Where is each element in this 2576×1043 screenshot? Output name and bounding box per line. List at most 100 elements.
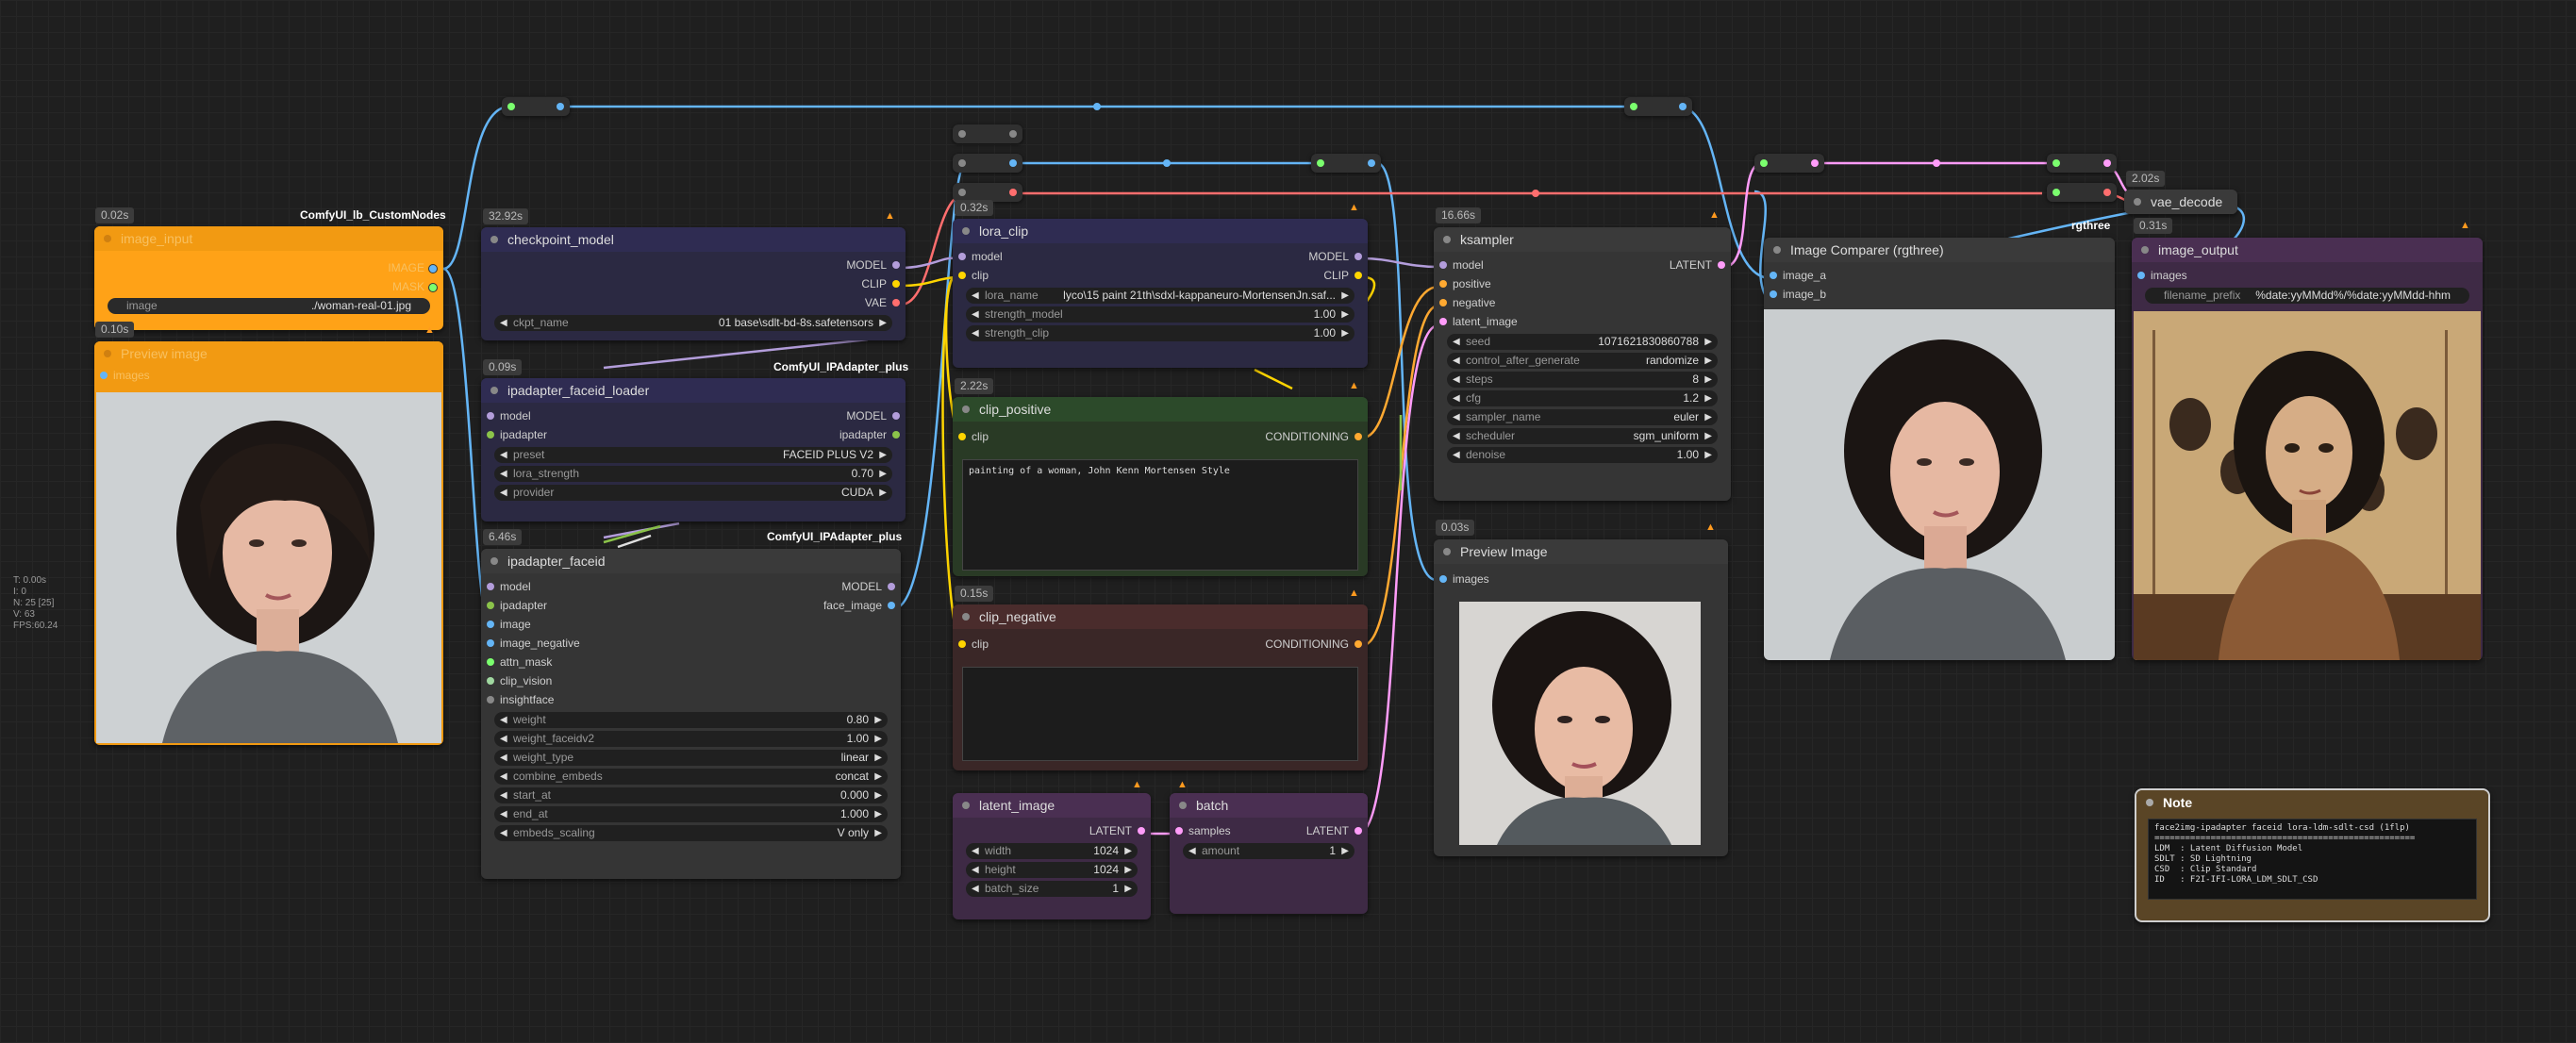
node-title[interactable]: Image Comparer (rgthree) [1764,238,2115,262]
output-socket[interactable] [1138,827,1145,835]
output-socket[interactable] [1354,827,1362,835]
collapse-dot[interactable] [962,227,970,235]
node-ipadapter-faceid-loader[interactable]: ipadapter_faceid_loader model MODEL ipada… [481,378,906,522]
node-preview-image-mid[interactable]: Preview Image images [1434,539,1728,856]
node-latent-image[interactable]: latent_image LATENT ◀ width 1024 ▶ ◀ height 1… [953,793,1151,919]
node-vae-decode[interactable]: vae_decode [2124,190,2237,214]
input-socket[interactable] [2137,272,2145,279]
collapse-dot[interactable] [490,236,498,243]
control-after-generate-combo[interactable]: ◀ control_after_generate randomize ▶ [1447,353,1718,369]
node-image-input[interactable]: image_input IMAGE MASK image ./woman-real… [94,226,443,330]
node-title[interactable]: image_output [2132,238,2483,262]
input-socket[interactable] [487,658,494,666]
reroute-node[interactable] [953,183,1022,202]
input-socket[interactable] [487,412,494,420]
sampler-name-combo[interactable]: ◀ sampler_name euler ▶ [1447,409,1718,425]
node-title[interactable]: ksampler [1434,227,1731,252]
input-socket[interactable] [487,677,494,685]
reroute-node[interactable] [1754,154,1824,173]
collapse-dot[interactable] [1773,246,1781,254]
output-socket[interactable] [1718,261,1725,269]
node-image-output[interactable]: image_output images filename_prefix %date… [2132,238,2483,660]
input-socket[interactable] [487,696,494,704]
collapse-dot[interactable] [1179,802,1187,809]
collapse-dot[interactable] [104,235,111,242]
node-title[interactable]: lora_clip [953,219,1368,243]
weight-number[interactable]: ◀ weight 0.80 ▶ [494,712,888,728]
output-socket[interactable] [892,412,900,420]
collapse-dot[interactable] [490,557,498,565]
weight-type-combo[interactable]: ◀ weight_type linear ▶ [494,750,888,766]
output-socket[interactable] [1354,433,1362,440]
width-number[interactable]: ◀ width 1024 ▶ [966,843,1138,859]
collapse-dot[interactable] [1443,548,1451,555]
input-socket[interactable] [1439,299,1447,306]
output-socket[interactable] [892,280,900,288]
node-clip-positive[interactable]: clip_positive clip CONDITIONING painting … [953,397,1368,576]
negative-prompt-textarea[interactable] [962,667,1358,761]
reroute-node[interactable] [1311,154,1381,173]
node-ipadapter-faceid[interactable]: ipadapter_faceid model MODEL ipadapter fac… [481,549,901,879]
input-socket[interactable] [1175,827,1183,835]
node-clip-negative[interactable]: clip_negative clip CONDITIONING [953,604,1368,770]
input-socket[interactable] [487,621,494,628]
input-socket[interactable] [487,602,494,609]
node-title[interactable]: vae_decode [2124,190,2237,214]
lora-strength-number[interactable]: ◀ lora_strength 0.70 ▶ [494,466,892,482]
node-title[interactable]: batch [1170,793,1368,818]
node-checkpoint-model[interactable]: checkpoint_model MODEL CLIP VAE ◀ ckpt_na… [481,227,906,340]
node-title[interactable]: clip_positive [953,397,1368,422]
output-socket[interactable] [892,299,900,306]
input-socket[interactable] [487,639,494,647]
collapse-dot[interactable] [104,350,111,357]
note-textarea[interactable]: face2img-ipadapter faceid lora-ldm-sdlt-… [2148,819,2477,900]
cfg-number[interactable]: ◀ cfg 1.2 ▶ [1447,390,1718,406]
strength-model-number[interactable]: ◀ strength_model 1.00 ▶ [966,306,1354,323]
input-socket[interactable] [958,272,966,279]
node-lora-clip[interactable]: lora_clip model MODEL clip CLIP ◀ lora_name… [953,219,1368,368]
collapse-dot[interactable] [2146,799,2153,806]
node-title[interactable]: Preview Image [1434,539,1728,564]
collapse-dot[interactable] [2134,198,2141,206]
input-socket[interactable] [1439,261,1447,269]
ckpt-name-combo[interactable]: ◀ ckpt_name 01 base\sdlt-bd-8s.safetensors… [494,315,892,331]
input-socket[interactable] [1770,272,1777,279]
collapse-dot[interactable] [962,802,970,809]
collapse-dot[interactable] [2141,246,2149,254]
node-preview-image-left[interactable]: Preview image images [94,341,443,745]
output-socket[interactable] [892,261,900,269]
reroute-node[interactable] [953,124,1022,143]
node-title[interactable]: ipadapter_faceid [481,549,901,573]
node-title[interactable]: clip_negative [953,604,1368,629]
output-socket[interactable] [892,431,900,439]
embeds-scaling-combo[interactable]: ◀ embeds_scaling V only ▶ [494,825,888,841]
node-ksampler[interactable]: ksampler model LATENT positive negative l… [1434,227,1731,501]
node-title[interactable]: image_input [94,226,443,251]
amount-number[interactable]: ◀ amount 1 ▶ [1183,843,1354,859]
prompt-textarea[interactable]: painting of a woman, John Kenn Mortensen… [962,459,1358,571]
height-number[interactable]: ◀ height 1024 ▶ [966,862,1138,878]
input-socket[interactable] [1770,290,1777,298]
scheduler-combo[interactable]: ◀ scheduler sgm_uniform ▶ [1447,428,1718,444]
input-socket[interactable] [958,433,966,440]
collapse-dot[interactable] [962,613,970,621]
input-socket[interactable] [1439,318,1447,325]
input-socket[interactable] [958,640,966,648]
node-title[interactable]: Note [2136,790,2488,815]
output-socket[interactable] [1354,272,1362,279]
output-socket[interactable] [428,283,438,292]
input-socket[interactable] [100,372,108,379]
preset-combo[interactable]: ◀ preset FACEID PLUS V2 ▶ [494,447,892,463]
reroute-node[interactable] [2047,154,2117,173]
output-socket[interactable] [428,264,438,273]
filename-prefix-text[interactable]: filename_prefix %date:yyMMdd%/%date:yyMMd… [2145,288,2469,304]
node-title[interactable]: checkpoint_model [481,227,906,252]
node-note[interactable]: Note face2img-ipadapter faceid lora-ldm-… [2135,788,2490,922]
node-title[interactable]: ipadapter_faceid_loader [481,378,906,403]
seed-number[interactable]: ◀ seed 1071621830860788 ▶ [1447,334,1718,350]
combine-embeds-combo[interactable]: ◀ combine_embeds concat ▶ [494,769,888,785]
provider-combo[interactable]: ◀ provider CUDA ▶ [494,485,892,501]
input-socket[interactable] [1439,575,1447,583]
weight-faceidv2-number[interactable]: ◀ weight_faceidv2 1.00 ▶ [494,731,888,747]
lora-name-combo[interactable]: ◀ lora_name lyco\15 paint 21th\sdxl-kappan… [966,288,1354,304]
